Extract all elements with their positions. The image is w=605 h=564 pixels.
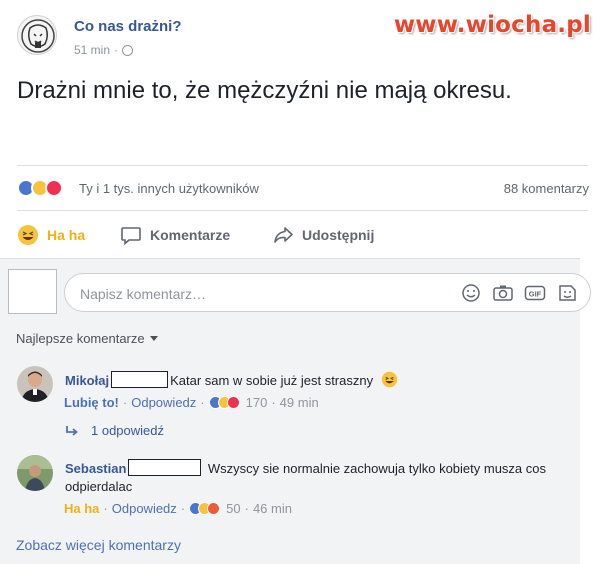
page-avatar[interactable] [17,15,57,55]
comments-count[interactable]: 88 komentarzy [504,181,589,196]
sticker-icon[interactable] [556,283,578,303]
comment-placeholder: Napisz komentarz… [80,286,207,302]
comment-input[interactable]: Napisz komentarz… GIF [64,273,591,312]
love-reaction-icon [226,396,240,409]
meta-dot: · [271,395,276,410]
my-avatar [8,269,57,314]
post-time[interactable]: 51 min [74,43,110,57]
gif-label: GIF [529,290,542,299]
comment-icon [121,227,141,246]
comment-time[interactable]: 49 min [280,395,319,410]
comment-author[interactable]: Mikołaj [65,373,109,388]
meta-dot: · [122,395,128,410]
haha-button[interactable]: Ha ha [17,222,85,248]
laughing-emoji-icon [381,371,397,388]
view-replies-link[interactable]: 1 odpowiedź [65,423,164,438]
replies-count: 1 odpowiedź [91,423,164,438]
divider [17,165,588,166]
reaction-icons[interactable] [17,179,63,197]
post-header: Co nas drażni? 51 min · [17,15,417,63]
page-name[interactable]: Co nas drażni? [74,18,182,35]
meta-separator: · [114,43,119,57]
share-button[interactable]: Udostępnij [272,222,374,248]
post-text: Drażni mnie to, że mężczyźni nie mają ok… [17,77,512,104]
reply-link[interactable]: Odpowiedz [131,395,196,410]
comment-reaction-icons[interactable] [189,502,221,515]
reaction-count: 170 [245,395,268,410]
comment-label: Komentarze [150,227,231,243]
watermark: www.wiocha.pl [393,12,591,38]
haha-label: Ha ha [47,227,86,243]
comment-reaction-icons[interactable] [208,396,240,409]
avatar-photo [17,455,53,491]
reactions-summary[interactable]: Ty i 1 tys. innych użytkowników [79,181,259,196]
comment-text: Katar sam w sobie już jest straszny [170,373,374,388]
like-comment-link[interactable]: Lubię to! [64,395,119,410]
comment-body: Sebastian Wszyscy sie normalnie zachowuj… [65,459,570,496]
share-icon [274,227,293,243]
chevron-down-icon [149,336,158,341]
sort-label: Najlepsze komentarze [16,331,145,346]
camera-icon[interactable] [492,283,514,303]
share-label: Udostępnij [302,227,375,243]
comment-button[interactable]: Komentarze [120,222,230,248]
sort-dropdown[interactable]: Najlepsze komentarze [16,331,158,346]
meta-dot: · [103,501,108,516]
love-reaction-icon [45,179,63,197]
comment-avatar[interactable] [17,455,53,491]
comment-meta: Lubię to! · Odpowiedz · 170 · 49 min [64,395,319,410]
post-meta: 51 min · [74,43,134,57]
redacted-box [111,371,169,388]
comment-avatar[interactable] [17,366,53,402]
lion-logo-icon [21,19,55,53]
composer-icons: GIF [460,283,578,303]
angry-reaction-icon [207,502,221,515]
reply-arrow-icon [66,425,78,436]
reply-link[interactable]: Odpowiedz [112,501,177,516]
comment-body: Mikołaj Katar sam w sobie już jest strasz… [65,371,575,390]
gif-icon[interactable]: GIF [524,283,546,303]
divider [17,210,588,211]
meta-dot: · [180,501,186,516]
emoji-icon[interactable] [460,283,482,303]
comments-area: Napisz komentarz… GIF Najlepsze komentar… [0,258,591,564]
actions-row: Ha ha Komentarze Udostępnij [17,222,589,248]
reaction-count: 50 [226,501,241,516]
comment-time[interactable]: 46 min [253,501,292,516]
globe-icon [122,44,134,56]
meta-dot: · [200,395,205,410]
haha-emoji-icon [18,225,38,245]
comment-meta: Ha ha · Odpowiedz · 50 · 46 min [64,501,292,516]
redacted-box [128,459,202,476]
haha-comment-link[interactable]: Ha ha [64,501,99,516]
reactions-row: Ty i 1 tys. innych użytkowników 88 komen… [17,178,589,200]
meta-dot: · [244,501,249,516]
see-more-comments-link[interactable]: Zobacz więcej komentarzy [16,537,181,553]
comment-author[interactable]: Sebastian [65,461,126,476]
avatar-photo [17,366,53,402]
